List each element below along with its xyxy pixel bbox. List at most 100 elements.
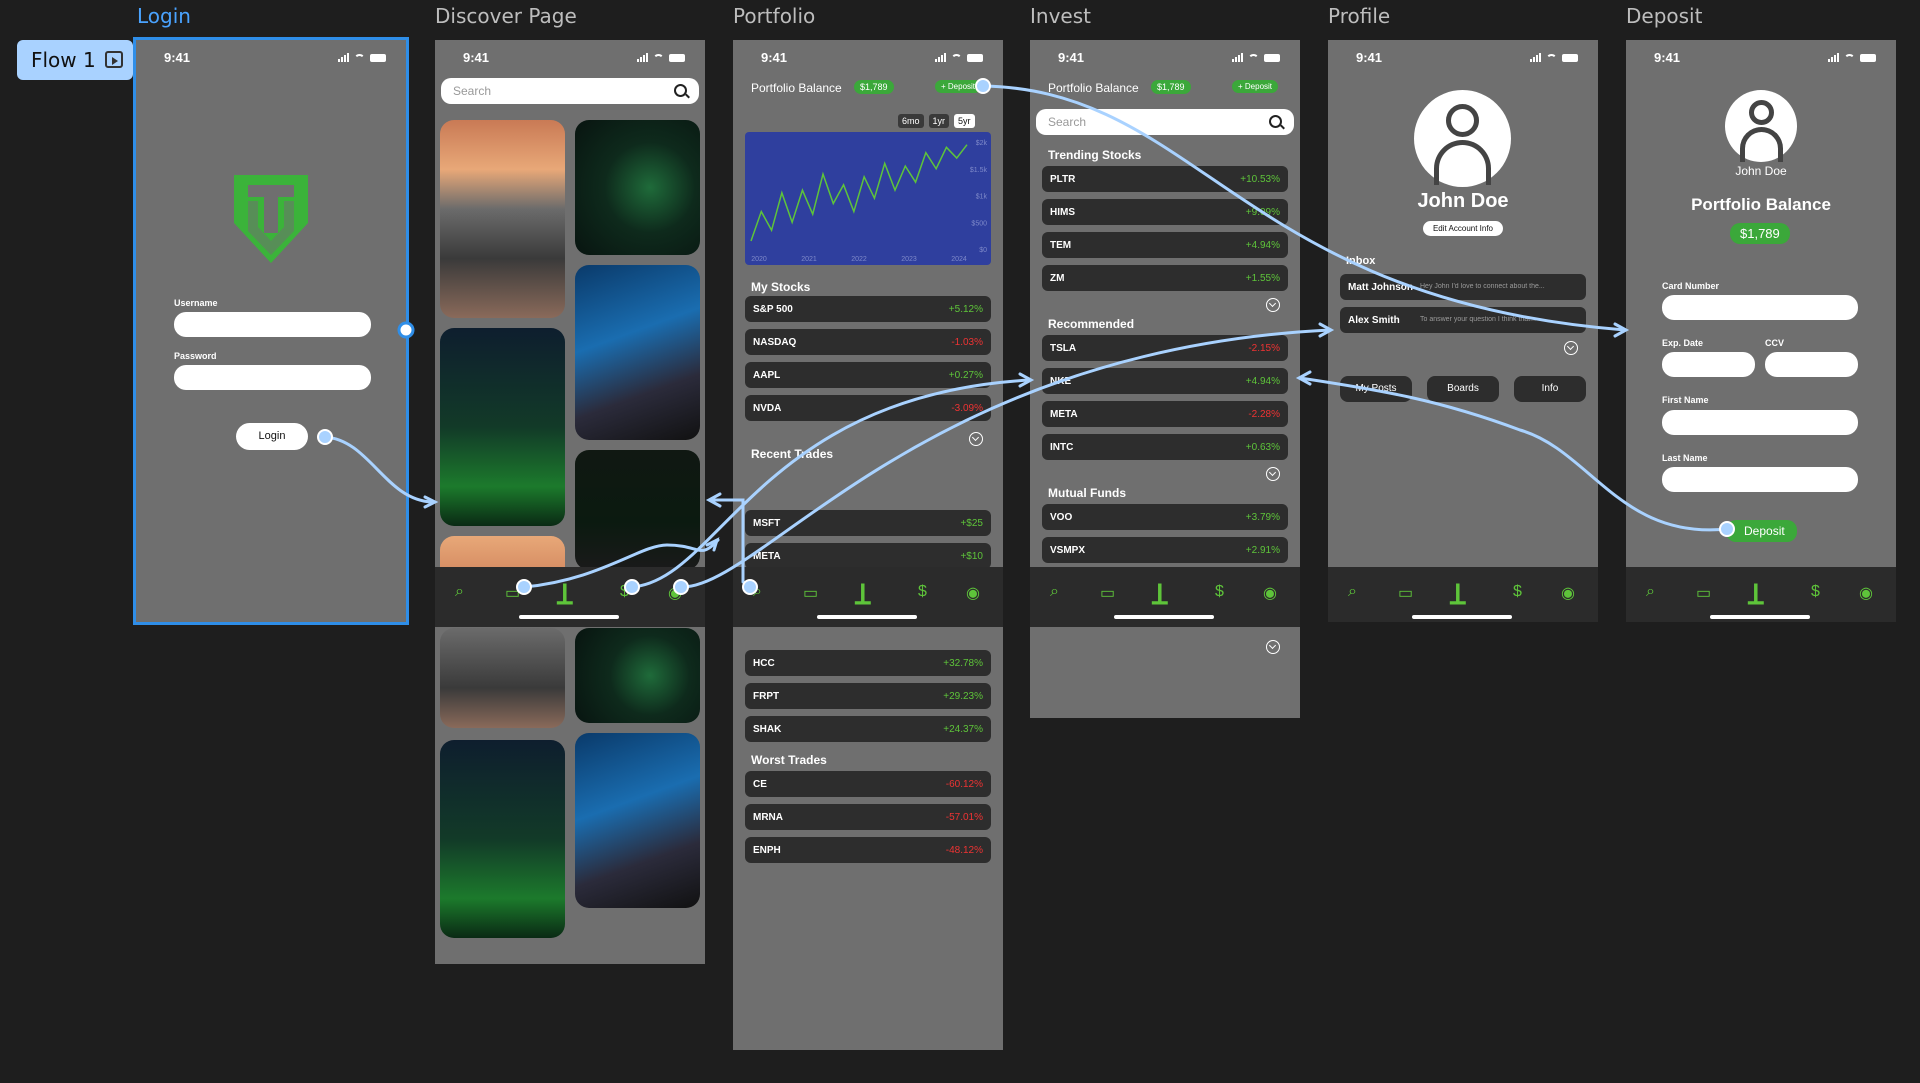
tab-dollar-icon[interactable]: $ <box>1215 583 1224 601</box>
tab-home-logo-icon[interactable]: Ʇ <box>1748 575 1764 613</box>
tab-home-logo-icon[interactable]: Ʇ <box>1450 575 1466 613</box>
discover-image-laptop-sunset[interactable] <box>440 120 565 318</box>
edit-account-button[interactable]: Edit Account Info <box>1423 221 1503 236</box>
search-icon[interactable] <box>674 84 687 97</box>
mutual-fund-row[interactable]: VSMPX +2.91% <box>1042 537 1288 563</box>
trending-stock-row[interactable]: PLTR +10.53% <box>1042 166 1288 192</box>
tab-home-logo-icon[interactable]: Ʇ <box>855 575 871 613</box>
frame-label-deposit[interactable]: Deposit <box>1626 4 1702 28</box>
invest-deposit-button[interactable]: + Deposit <box>1232 80 1279 93</box>
tab-dollar-icon[interactable]: $ <box>918 583 927 601</box>
expand-chevron-icon-2[interactable] <box>1266 467 1280 481</box>
tab-search-icon[interactable]: ⌕ <box>1646 583 1655 601</box>
worst-trade-change: -57.01% <box>945 812 983 823</box>
best-trade-row[interactable]: SHAK +24.37% <box>745 716 991 742</box>
range-6mo-button[interactable]: 6mo <box>898 114 924 128</box>
tab-home-logo-icon[interactable]: Ʇ <box>1152 575 1168 613</box>
worst-trade-row[interactable]: CE -60.12% <box>745 771 991 797</box>
expand-chevron-icon[interactable] <box>969 432 983 446</box>
discover-image-ticker-arrows[interactable] <box>440 328 565 526</box>
range-1yr-button[interactable]: 1yr <box>928 114 950 128</box>
recent-trade-row[interactable]: MSFT +$25 <box>745 510 991 536</box>
ccv-input[interactable] <box>1765 352 1858 377</box>
my-stock-row[interactable]: NASDAQ -1.03% <box>745 329 991 355</box>
search-icon[interactable] <box>1269 115 1282 128</box>
tab-profile-icon[interactable]: ◉ <box>966 583 980 603</box>
tab-profile-icon[interactable]: ◉ <box>1859 583 1873 603</box>
expand-chevron-icon-3[interactable] <box>1266 640 1280 654</box>
search-input[interactable]: Search <box>441 78 699 104</box>
discover-image-candles-2[interactable] <box>575 628 700 723</box>
tab-search-icon[interactable]: ⌕ <box>753 583 762 601</box>
frame-label-profile[interactable]: Profile <box>1328 4 1390 28</box>
trending-stock-row[interactable]: ZM +1.55% <box>1042 265 1288 291</box>
worst-trade-row[interactable]: ENPH -48.12% <box>745 837 991 863</box>
username-input[interactable] <box>174 312 371 337</box>
trending-stock-row[interactable]: HIMS +9.09% <box>1042 199 1288 225</box>
my-stock-row[interactable]: NVDA -3.09% <box>745 395 991 421</box>
worst-trade-row[interactable]: MRNA -57.01% <box>745 804 991 830</box>
tab-folder-icon[interactable]: ▭ <box>1398 583 1413 603</box>
expand-chevron-icon[interactable] <box>1266 298 1280 312</box>
tab-profile-icon[interactable]: ◉ <box>1263 583 1277 603</box>
exp-date-input[interactable] <box>1662 352 1755 377</box>
profile-tab-info[interactable]: Info <box>1514 376 1586 402</box>
avatar-icon[interactable] <box>1725 90 1797 162</box>
first-name-input[interactable] <box>1662 410 1858 435</box>
inbox-message[interactable]: Alex Smith To answer your question I thin… <box>1340 307 1586 333</box>
inbox-message[interactable]: Matt Johnson Hey John I'd love to connect… <box>1340 274 1586 300</box>
password-input[interactable] <box>174 365 371 390</box>
tab-folder-icon[interactable]: ▭ <box>1696 583 1711 603</box>
tab-home-logo-icon[interactable]: Ʇ <box>557 575 573 613</box>
tab-folder-icon[interactable]: ▭ <box>1100 583 1115 603</box>
recommended-stock-row[interactable]: NKE +4.94% <box>1042 368 1288 394</box>
best-trade-row[interactable]: HCC +32.78% <box>745 650 991 676</box>
my-stock-row[interactable]: S&P 500 +5.12% <box>745 296 991 322</box>
discover-image-ticker-2[interactable] <box>440 740 565 938</box>
tab-dollar-icon[interactable]: $ <box>1513 583 1522 601</box>
best-trade-row[interactable]: FRPT +29.23% <box>745 683 991 709</box>
discover-image-candles[interactable] <box>575 120 700 255</box>
worst-trade-change: -48.12% <box>945 845 983 856</box>
last-name-input[interactable] <box>1662 467 1858 492</box>
frame-label-discover[interactable]: Discover Page <box>435 4 577 28</box>
portfolio-chart[interactable]: 2020 2021 2022 2023 2024 $0 $500 $1k $1.5k $2k <box>745 132 991 265</box>
invest-search-input[interactable]: Search <box>1036 109 1294 135</box>
card-number-input[interactable] <box>1662 295 1858 320</box>
tab-profile-icon[interactable]: ◉ <box>1561 583 1575 603</box>
tab-folder-icon[interactable]: ▭ <box>505 583 520 603</box>
avatar-icon[interactable] <box>1414 90 1511 187</box>
frame-label-invest[interactable]: Invest <box>1030 4 1091 28</box>
recommended-stock-row[interactable]: TSLA -2.15% <box>1042 335 1288 361</box>
my-stock-row[interactable]: AAPL +0.27% <box>745 362 991 388</box>
discover-image-laptop-2[interactable] <box>440 628 565 728</box>
recommended-stock-row[interactable]: INTC +0.63% <box>1042 434 1288 460</box>
recommended-stock-row[interactable]: META -2.28% <box>1042 401 1288 427</box>
profile-tab-my-posts[interactable]: My Posts <box>1340 376 1412 402</box>
tab-folder-icon[interactable]: ▭ <box>803 583 818 603</box>
tab-search-icon[interactable]: ⌕ <box>1050 583 1059 601</box>
my-stock-symbol: NASDAQ <box>753 337 797 348</box>
profile-tab-boards[interactable]: Boards <box>1427 376 1499 402</box>
tab-dollar-icon[interactable]: $ <box>1811 583 1820 601</box>
flow-start-tag[interactable]: Flow 1 <box>17 40 133 80</box>
chart-y-tick: $0 <box>979 247 987 254</box>
tab-dollar-icon[interactable]: $ <box>620 583 629 601</box>
deposit-submit-button[interactable]: Deposit <box>1726 520 1797 542</box>
discover-image-phone-chart[interactable] <box>575 450 700 570</box>
recent-trade-row[interactable]: META +$10 <box>745 543 991 569</box>
play-frame-icon[interactable] <box>105 51 123 68</box>
mutual-fund-row[interactable]: VOO +3.79% <box>1042 504 1288 530</box>
frame-label-portfolio[interactable]: Portfolio <box>733 4 815 28</box>
tab-search-icon[interactable]: ⌕ <box>1348 583 1357 601</box>
tab-profile-icon[interactable]: ◉ <box>668 583 682 603</box>
discover-image-monitors[interactable] <box>575 265 700 440</box>
frame-label-login[interactable]: Login <box>137 4 191 28</box>
range-5yr-button[interactable]: 5yr <box>954 114 975 128</box>
login-button[interactable]: Login <box>236 423 308 450</box>
discover-image-monitors-2[interactable] <box>575 733 700 908</box>
tab-search-icon[interactable]: ⌕ <box>455 583 464 601</box>
expand-chevron-icon[interactable] <box>1564 341 1578 355</box>
deposit-button[interactable]: + Deposit <box>935 80 982 93</box>
trending-stock-row[interactable]: TEM +4.94% <box>1042 232 1288 258</box>
